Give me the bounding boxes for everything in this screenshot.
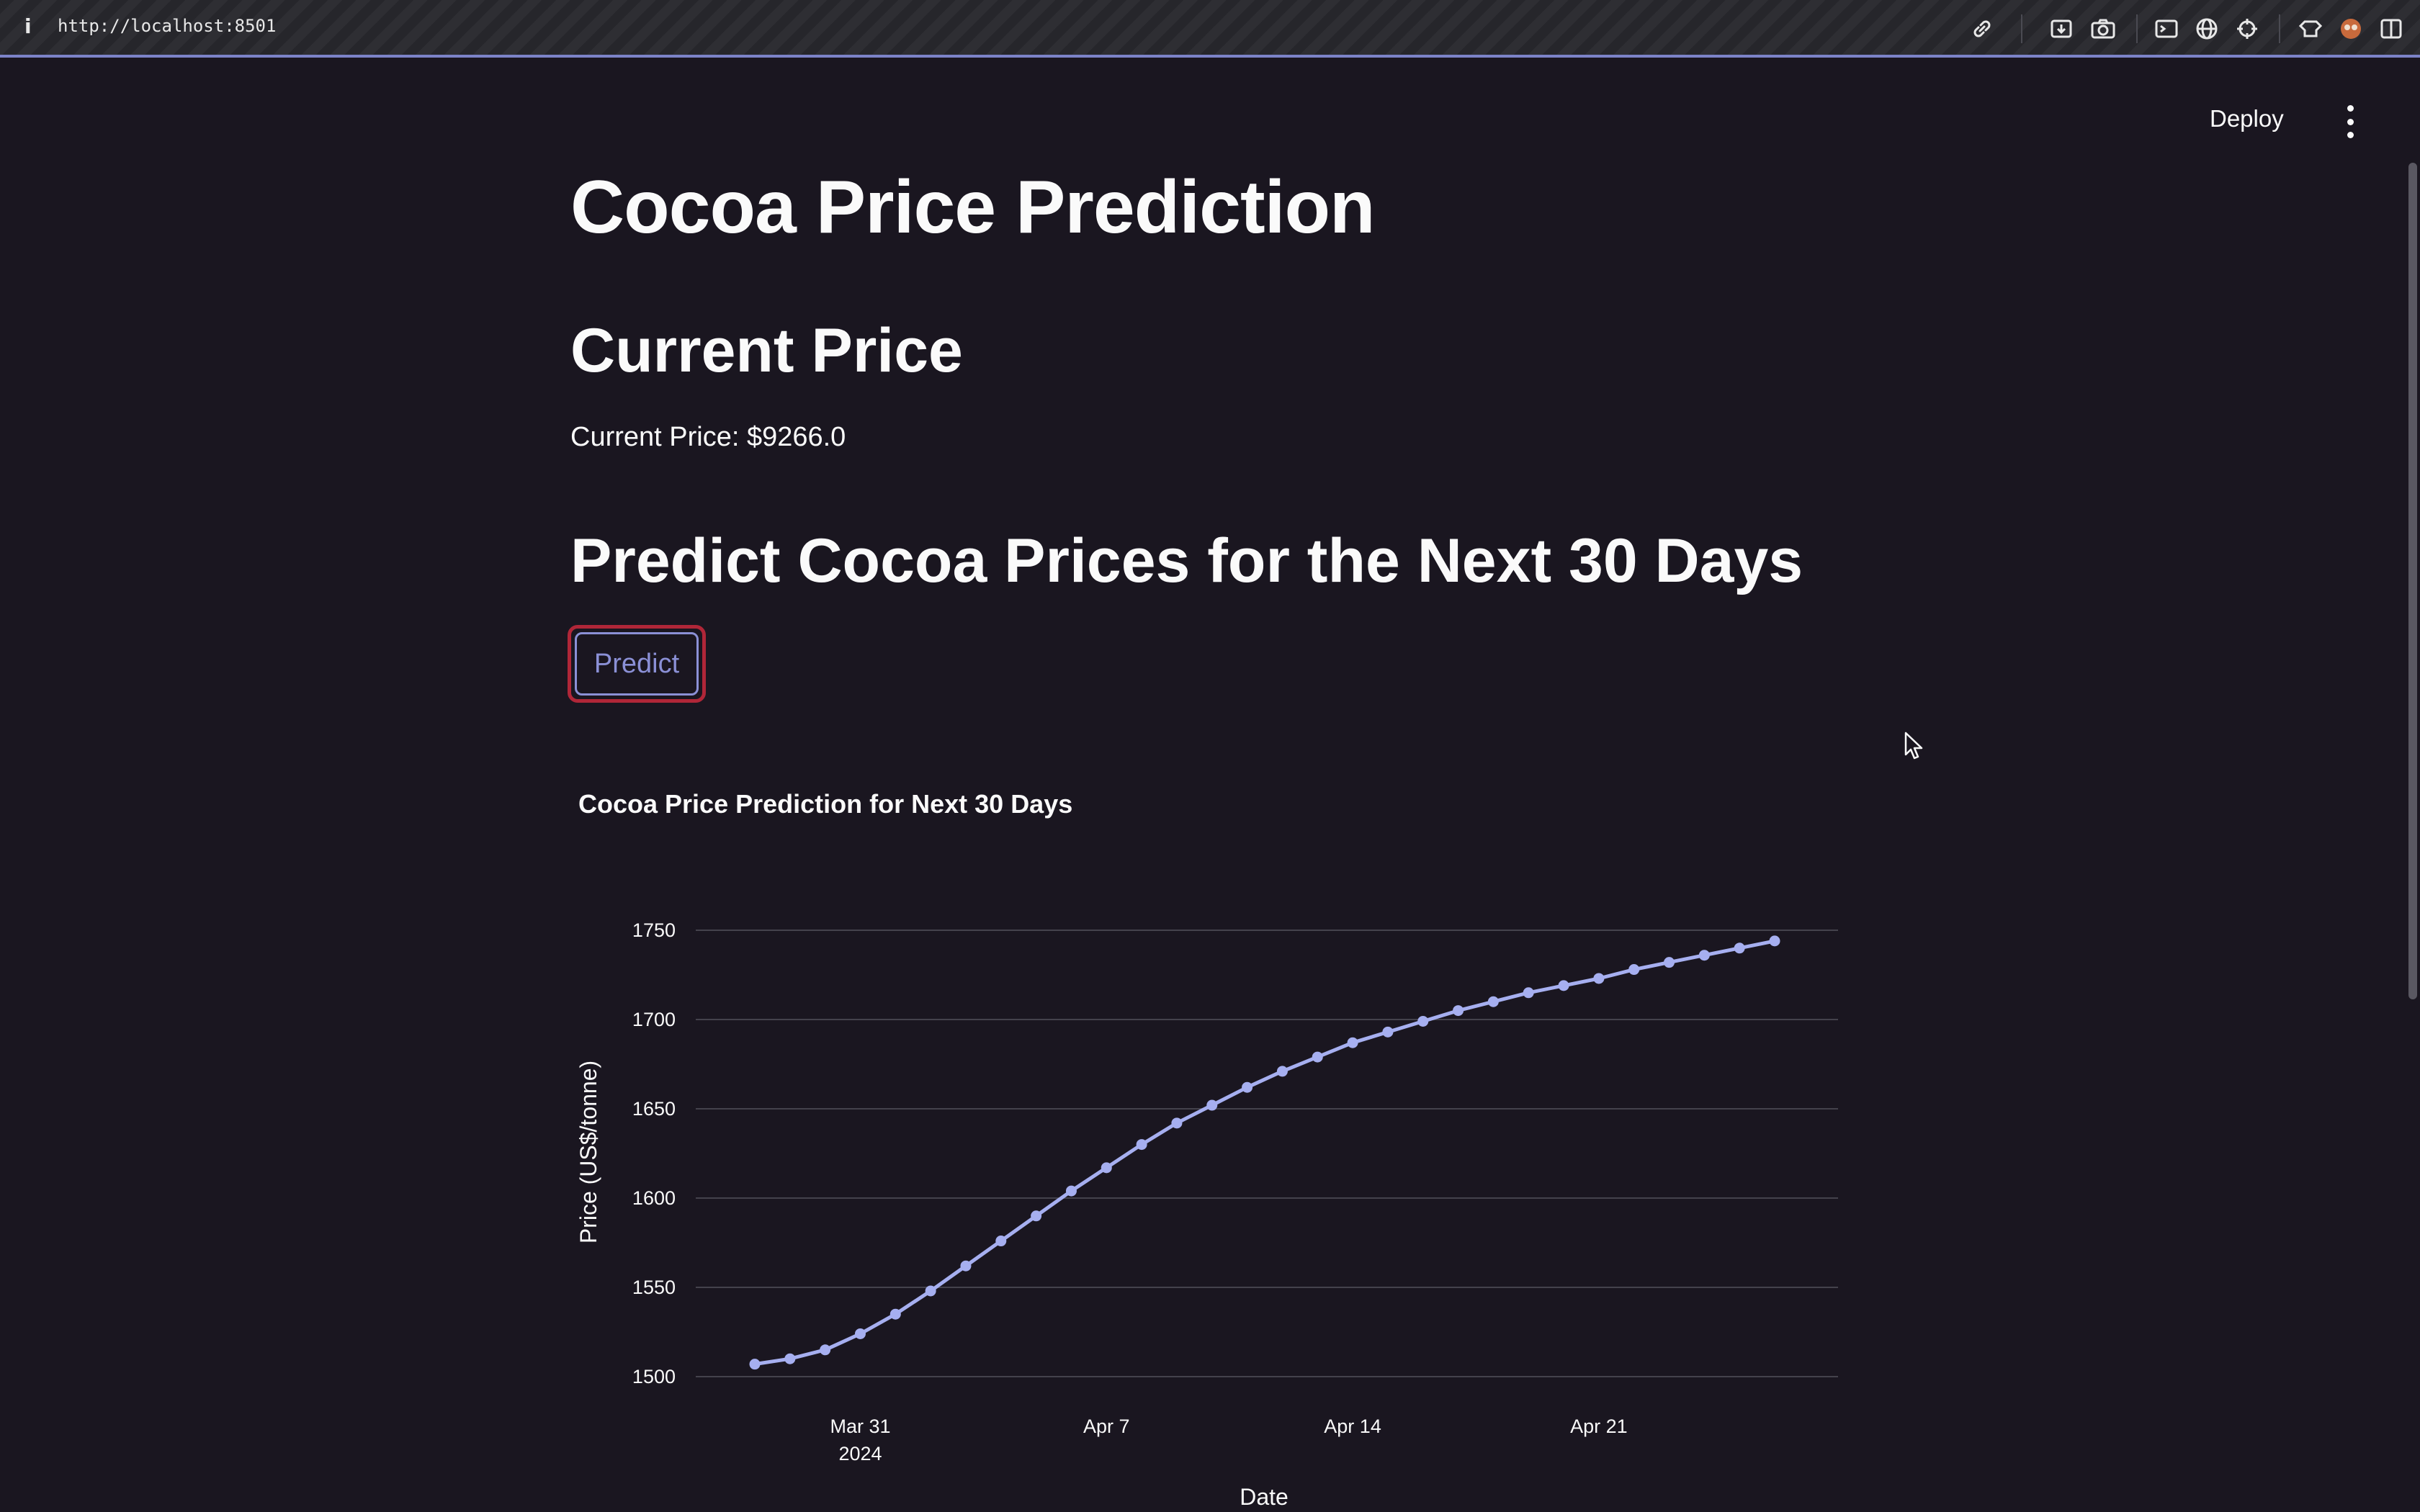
data-point [1523,987,1534,999]
x-tick-label: Apr 14 [1324,1416,1381,1437]
data-point [854,1328,866,1339]
data-point [1347,1037,1358,1048]
data-point [784,1353,796,1364]
x-axis-ticks: Mar 31 2024 Apr 7 Apr 14 Apr 21 [830,1416,1627,1464]
y-tick-label: 1750 [632,919,676,941]
price-chart[interactable]: 1500 1550 1600 1650 1700 1750 Mar 31 2024 Apr 7… [0,0,2420,1512]
data-point [1453,1005,1464,1017]
data-point [1698,950,1710,961]
x-tick-label: Apr 21 [1570,1416,1628,1437]
data-point [1664,957,1675,968]
data-point [1417,1015,1429,1027]
data-point [749,1359,761,1370]
data-point [1242,1081,1253,1093]
y-tick-label: 1500 [632,1366,676,1387]
y-tick-label: 1600 [632,1187,676,1209]
x-tick-label: Apr 7 [1083,1416,1130,1437]
data-point [1734,942,1745,954]
y-axis-ticks: 1500 1550 1600 1650 1700 1750 [632,919,676,1387]
data-point [925,1285,936,1297]
data-point [1065,1185,1077,1197]
data-point [960,1260,972,1272]
x-axis-label: Date [1240,1484,1289,1510]
data-point [1101,1162,1112,1174]
data-point [1031,1210,1042,1222]
data-point [1593,973,1605,984]
data-point [1558,980,1569,991]
data-point [820,1344,831,1356]
data-point [995,1236,1007,1247]
x-tick-sublabel: 2024 [838,1443,882,1464]
y-tick-label: 1700 [632,1009,676,1030]
series-line [754,939,1775,1367]
y-tick-label: 1650 [632,1098,676,1120]
y-axis-label: Price (US$/tonne) [575,1061,601,1243]
data-point [1276,1066,1288,1077]
data-point [1171,1117,1183,1129]
data-point [1382,1026,1394,1038]
mouse-cursor-icon [1904,732,1924,760]
data-point [1312,1051,1323,1063]
chart-gridlines [696,930,1838,1377]
data-point [1206,1099,1218,1111]
series-points [749,935,1780,1370]
data-point [1628,964,1640,976]
data-point [1136,1139,1147,1151]
x-tick-label: Mar 31 [830,1416,890,1437]
data-point [1487,996,1499,1007]
y-tick-label: 1550 [632,1277,676,1298]
data-point [889,1308,901,1320]
data-point [1769,935,1780,947]
